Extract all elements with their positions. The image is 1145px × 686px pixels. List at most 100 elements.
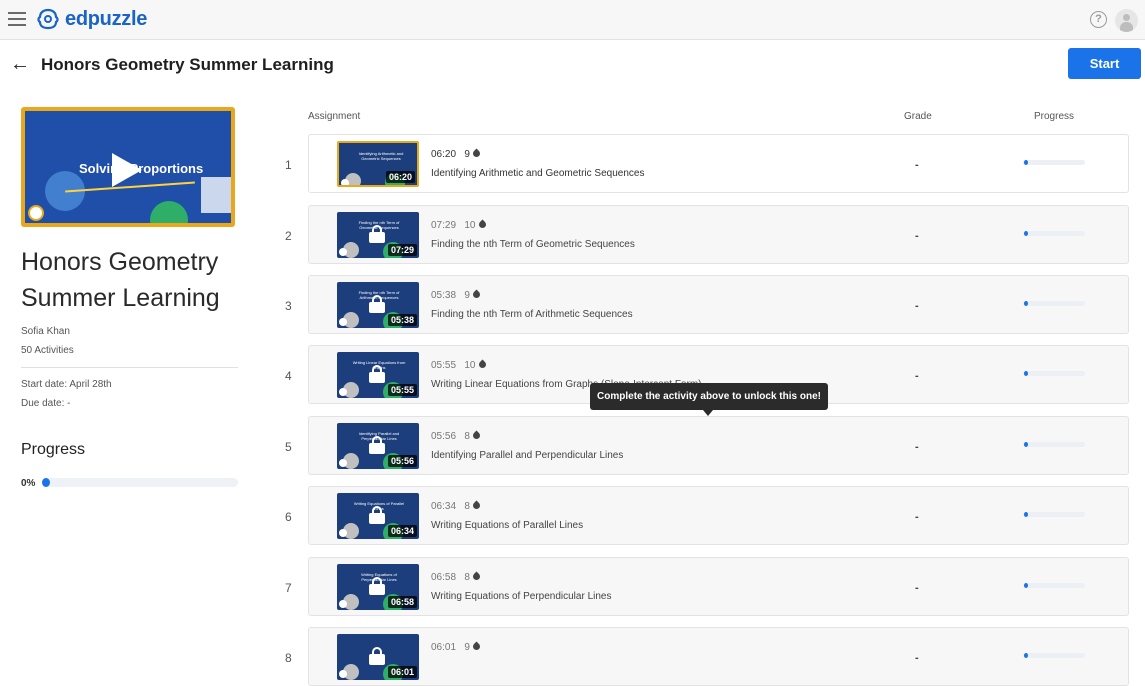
course-cover[interactable]: Solving Proportions xyxy=(21,107,235,227)
grade-value: - xyxy=(915,370,919,382)
assignment-meta: 06:20 9 xyxy=(431,148,482,160)
points-label: 9 xyxy=(464,290,470,301)
assignment-row[interactable]: Finding the nth Term of Geometric Sequen… xyxy=(308,205,1129,264)
page-title: Honors Geometry Summer Learning xyxy=(41,55,334,74)
assignment-row[interactable]: Finding the nth Term of Arithmetic Seque… xyxy=(308,275,1129,334)
points-label: 10 xyxy=(464,360,476,371)
assignment-title[interactable]: Identifying Parallel and Perpendicular L… xyxy=(431,450,623,461)
assignment-row[interactable]: Writing Equations of Parallel Lines 06:34… xyxy=(308,486,1129,545)
duration-label: 05:55 xyxy=(431,360,457,371)
duration-label: 06:20 xyxy=(431,149,457,160)
help-icon[interactable]: ? xyxy=(1090,11,1107,28)
lock-icon xyxy=(369,225,385,243)
assignment-row[interactable]: 06:01 06:01 9- xyxy=(308,627,1129,686)
top-bar: edpuzzle ? xyxy=(0,0,1145,40)
points-label: 8 xyxy=(464,572,470,583)
course-title: Honors Geometry Summer Learning xyxy=(21,248,220,312)
locked-tooltip: Complete the activity above to unlock th… xyxy=(590,383,828,410)
assignment-thumbnail[interactable]: Finding the nth Term of Geometric Sequen… xyxy=(337,212,419,258)
course-progress-bar xyxy=(42,478,238,487)
edpuzzle-logo-icon xyxy=(37,8,59,30)
hamburger-menu-icon[interactable] xyxy=(8,12,26,26)
row-number: 1 xyxy=(285,158,292,172)
creator-logo-icon xyxy=(339,670,347,678)
row-number: 6 xyxy=(285,510,292,524)
video-duration: 05:56 xyxy=(387,455,417,467)
row-number: 4 xyxy=(285,369,292,383)
creator-logo-icon xyxy=(339,529,347,537)
row-progress-indicator xyxy=(1024,160,1028,165)
back-arrow-icon[interactable]: ← xyxy=(10,52,30,76)
assignment-title[interactable]: Finding the nth Term of Arithmetic Seque… xyxy=(431,309,633,320)
points-drop-icon xyxy=(471,571,482,582)
duration-label: 07:29 xyxy=(431,220,457,231)
row-progress-indicator xyxy=(1024,512,1028,517)
video-duration: 05:38 xyxy=(387,314,417,326)
grade-value: - xyxy=(915,582,919,594)
creator-logo-icon xyxy=(339,600,347,608)
points-drop-icon xyxy=(477,359,487,370)
lock-icon xyxy=(369,365,385,383)
start-button[interactable]: Start xyxy=(1068,48,1141,79)
points-drop-icon xyxy=(471,641,482,652)
assignment-thumbnail[interactable]: Writing Equations of Perpendicular Lines… xyxy=(337,564,419,610)
due-date: Due date: - xyxy=(21,398,71,409)
assignment-title[interactable]: Finding the nth Term of Geometric Sequen… xyxy=(431,239,635,250)
assignment-thumbnail[interactable]: Identifying Parallel and Perpendicular L… xyxy=(337,423,419,469)
grade-value: - xyxy=(915,441,919,453)
lock-icon xyxy=(369,506,385,524)
row-progress-indicator xyxy=(1024,442,1028,447)
row-progress-bar xyxy=(1023,442,1085,447)
row-progress-indicator xyxy=(1024,231,1028,236)
grade-value: - xyxy=(915,159,919,171)
row-progress-bar xyxy=(1023,160,1085,165)
edpuzzle-logo[interactable]: edpuzzle xyxy=(37,6,147,32)
points-label: 9 xyxy=(464,149,470,160)
lock-icon xyxy=(369,647,385,665)
row-number: 2 xyxy=(285,229,292,243)
video-duration: 06:34 xyxy=(387,525,417,537)
points-label: 8 xyxy=(464,431,470,442)
author-name: Sofia Khan xyxy=(21,326,70,337)
avatar[interactable] xyxy=(1115,9,1138,32)
assignment-thumbnail[interactable]: Finding the nth Term of Arithmetic Seque… xyxy=(337,282,419,328)
progress-column-header: Progress xyxy=(1034,111,1075,122)
assignment-meta: 06:58 8 xyxy=(431,571,482,583)
creator-logo-icon xyxy=(339,388,347,396)
assignment-meta: 06:01 9 xyxy=(431,641,482,653)
row-number: 7 xyxy=(285,581,292,595)
creator-logo-icon xyxy=(339,459,347,467)
points-drop-icon xyxy=(477,219,487,230)
video-duration: 05:55 xyxy=(387,384,417,396)
row-progress-bar xyxy=(1023,371,1085,376)
assignment-meta: 05:55 10 xyxy=(431,359,487,371)
row-number: 3 xyxy=(285,299,292,313)
creator-logo-icon xyxy=(339,248,347,256)
progress-heading: Progress xyxy=(21,441,86,458)
points-drop-icon xyxy=(471,500,482,511)
assignment-thumbnail[interactable]: Writing Equations of Parallel Lines 06:34 xyxy=(337,493,419,539)
row-progress-indicator xyxy=(1024,653,1028,658)
assignment-meta: 05:38 9 xyxy=(431,289,482,301)
assignment-thumbnail[interactable]: Writing Linear Equations from Graphs 05:5… xyxy=(337,352,419,398)
assignment-row[interactable]: Identifying Arithmetic and Geometric Seq… xyxy=(308,134,1129,193)
video-duration: 07:29 xyxy=(387,244,417,256)
assignment-meta: 07:29 10 xyxy=(431,219,487,231)
grade-value: - xyxy=(915,511,919,523)
assignment-row[interactable]: Identifying Parallel and Perpendicular L… xyxy=(308,416,1129,475)
row-progress-bar xyxy=(1023,583,1085,588)
points-label: 9 xyxy=(464,642,470,653)
divider xyxy=(21,367,238,368)
thumbnail-text: Identifying Arithmetic and Geometric Seq… xyxy=(358,151,404,161)
duration-label: 05:56 xyxy=(431,431,457,442)
assignment-title[interactable]: Identifying Arithmetic and Geometric Seq… xyxy=(431,168,644,179)
assignment-title[interactable]: Writing Equations of Perpendicular Lines xyxy=(431,591,611,602)
assignment-row[interactable]: Writing Equations of Perpendicular Lines… xyxy=(308,557,1129,616)
cover-image: Solving Proportions xyxy=(25,111,231,223)
tooltip-arrow xyxy=(703,410,713,416)
assignment-thumbnail[interactable]: Identifying Arithmetic and Geometric Seq… xyxy=(337,141,419,187)
assignment-title[interactable]: Writing Equations of Parallel Lines xyxy=(431,520,583,531)
assignment-meta: 05:56 8 xyxy=(431,430,482,442)
play-icon[interactable] xyxy=(112,153,142,187)
assignment-thumbnail[interactable]: 06:01 xyxy=(337,634,419,680)
